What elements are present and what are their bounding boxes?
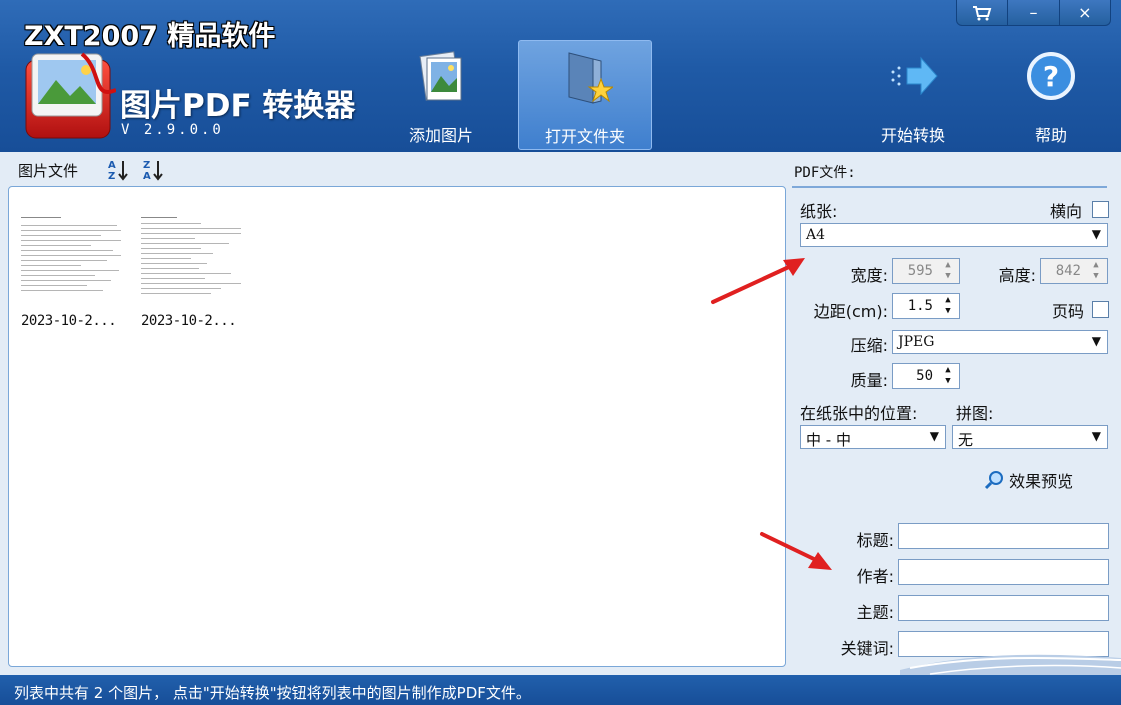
file-name: 2023-10-2...: [141, 313, 237, 329]
title-label: 标题:: [856, 531, 894, 550]
svg-text:Z: Z: [108, 171, 115, 182]
position-value: 中 - 中: [806, 431, 851, 449]
app-version: V 2.9.0.0: [121, 122, 224, 138]
position-label: 在纸张中的位置:: [800, 404, 918, 423]
window-controls: – ×: [956, 0, 1111, 26]
margin-spinner[interactable]: 1.5 ▲ ▼: [892, 293, 960, 319]
file-item[interactable]: 2023-10-2...: [13, 205, 131, 345]
width-label: 宽度:: [850, 266, 888, 285]
compression-value: JPEG: [898, 334, 935, 350]
start-convert-button[interactable]: 开始转换: [846, 40, 980, 150]
author-label: 作者:: [856, 567, 894, 586]
width-spinner[interactable]: 595 ▲ ▼: [892, 258, 960, 284]
preview-button[interactable]: 效果预览: [984, 468, 1073, 494]
svg-text:?: ?: [1043, 60, 1059, 93]
status-bar: 列表中共有 2 个图片， 点击"开始转换"按钮将列表中的图片制作成PDF文件。: [0, 675, 1121, 705]
file-thumbnail: [141, 211, 251, 303]
height-value: 842: [1055, 263, 1081, 279]
open-folder-label: 打开文件夹: [544, 127, 625, 146]
page-number-checkbox[interactable]: [1092, 301, 1109, 318]
margin-label: 边距(cm):: [813, 302, 888, 321]
minimize-button[interactable]: –: [1007, 0, 1058, 25]
dropdown-arrow-icon: ▼: [1091, 334, 1101, 348]
page-number-label: 页码: [1052, 302, 1085, 321]
subject-input[interactable]: [898, 595, 1109, 621]
spin-arrows-icon: ▲ ▼: [945, 365, 951, 386]
quality-label: 质量:: [850, 371, 888, 390]
svg-text:A: A: [108, 160, 116, 171]
subject-label: 主题:: [856, 603, 894, 622]
sort-za-icon[interactable]: Z A: [143, 158, 163, 182]
help-button[interactable]: ? 帮助: [984, 40, 1118, 150]
file-list-toolbar: 图片文件 A Z Z A: [0, 152, 790, 186]
compression-label: 压缩:: [850, 336, 888, 355]
width-value: 595: [907, 263, 933, 279]
brand-title: ZXT2007 精品软件: [24, 21, 276, 52]
preview-label: 效果预览: [1009, 472, 1074, 491]
tiling-label: 拼图:: [956, 404, 994, 423]
section-divider: [792, 186, 1107, 188]
dropdown-arrow-icon: ▼: [929, 429, 939, 443]
add-image-icon: [413, 48, 469, 104]
paper-select[interactable]: A4 ▼: [800, 223, 1108, 247]
paper-label: 纸张:: [800, 202, 838, 221]
add-images-button[interactable]: 添加图片: [374, 40, 508, 150]
keywords-input[interactable]: [898, 631, 1109, 657]
help-label: 帮助: [1034, 126, 1067, 145]
add-images-label: 添加图片: [408, 126, 473, 145]
quality-spinner[interactable]: 50 ▲ ▼: [892, 363, 960, 389]
file-name: 2023-10-2...: [21, 313, 117, 329]
status-text: 列表中共有 2 个图片， 点击"开始转换"按钮将列表中的图片制作成PDF文件。: [14, 684, 531, 702]
file-thumbnail: [21, 211, 131, 303]
height-spinner[interactable]: 842 ▲ ▼: [1040, 258, 1108, 284]
paper-select-value: A4: [806, 227, 826, 243]
open-folder-icon: [557, 49, 615, 105]
height-label: 高度:: [998, 266, 1036, 285]
app-name: 图片PDF 转换器: [120, 88, 356, 124]
dropdown-arrow-icon: ▼: [1091, 429, 1101, 443]
spin-arrows-icon: ▲ ▼: [945, 295, 951, 316]
tiling-value: 无: [958, 431, 974, 449]
margin-value: 1.5: [907, 298, 933, 314]
close-button[interactable]: ×: [1058, 0, 1110, 25]
spin-arrows-icon: ▲ ▼: [1093, 260, 1099, 281]
sort-az-icon[interactable]: A Z: [108, 158, 128, 182]
pdf-settings-panel: PDF文件: 纸张: 横向 A4 ▼ 宽度: 595 ▲ ▼ 高度: 842 ▲ ▼…: [790, 152, 1121, 674]
title-input[interactable]: [898, 523, 1109, 549]
app-header: ZXT2007 精品软件 图片PDF 转换器 V 2.9.0.0 添加图片 打开…: [0, 0, 1121, 152]
arrow-right-icon: [885, 48, 941, 104]
open-folder-button[interactable]: 打开文件夹: [518, 40, 652, 150]
svg-text:A: A: [143, 171, 151, 182]
pdf-logo-icon: [22, 50, 117, 142]
file-item[interactable]: 2023-10-2...: [133, 205, 251, 345]
file-list[interactable]: 2023-10-2... 2023-10-2...: [8, 186, 786, 667]
compression-select[interactable]: JPEG ▼: [892, 330, 1108, 354]
spin-arrows-icon: ▲ ▼: [945, 260, 951, 281]
file-list-title: 图片文件: [18, 162, 79, 180]
position-select[interactable]: 中 - 中 ▼: [800, 425, 946, 449]
quality-value: 50: [916, 368, 933, 384]
svg-text:Z: Z: [143, 160, 150, 171]
keywords-label: 关键词:: [840, 639, 894, 658]
dropdown-arrow-icon: ▼: [1091, 227, 1101, 241]
help-icon: ?: [1023, 48, 1079, 104]
tiling-select[interactable]: 无 ▼: [952, 425, 1108, 449]
cart-icon[interactable]: [957, 0, 1007, 25]
author-input[interactable]: [898, 559, 1109, 585]
landscape-label: 横向: [1050, 202, 1083, 221]
start-convert-label: 开始转换: [880, 126, 945, 145]
pdf-section-title: PDF文件:: [794, 165, 856, 181]
magnifier-icon: [984, 470, 1004, 494]
landscape-checkbox[interactable]: [1092, 201, 1109, 218]
